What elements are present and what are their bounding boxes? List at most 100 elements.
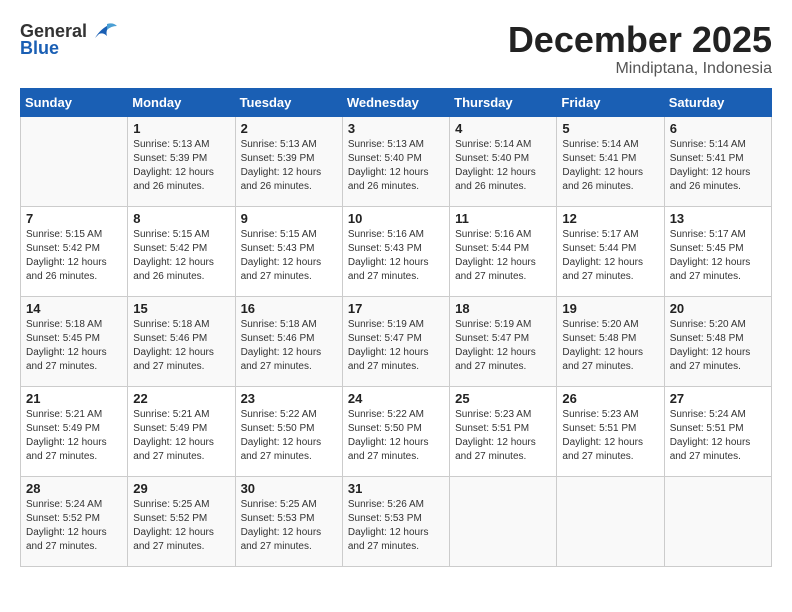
day-number: 27 bbox=[670, 391, 766, 406]
calendar-week-row: 7 Sunrise: 5:15 AM Sunset: 5:42 PM Daylig… bbox=[21, 206, 772, 296]
calendar-day-header: Friday bbox=[557, 88, 664, 116]
calendar-cell: 29 Sunrise: 5:25 AM Sunset: 5:52 PM Dayli… bbox=[128, 476, 235, 566]
day-info: Sunrise: 5:13 AM Sunset: 5:39 PM Dayligh… bbox=[133, 138, 229, 194]
day-info: Sunrise: 5:15 AM Sunset: 5:42 PM Dayligh… bbox=[26, 228, 122, 284]
day-info: Sunrise: 5:23 AM Sunset: 5:51 PM Dayligh… bbox=[562, 408, 658, 464]
calendar-cell: 17 Sunrise: 5:19 AM Sunset: 5:47 PM Dayli… bbox=[342, 296, 449, 386]
day-info: Sunrise: 5:18 AM Sunset: 5:45 PM Dayligh… bbox=[26, 318, 122, 374]
calendar-week-row: 14 Sunrise: 5:18 AM Sunset: 5:45 PM Dayli… bbox=[21, 296, 772, 386]
calendar-header-row: SundayMondayTuesdayWednesdayThursdayFrid… bbox=[21, 88, 772, 116]
day-info: Sunrise: 5:14 AM Sunset: 5:41 PM Dayligh… bbox=[562, 138, 658, 194]
day-info: Sunrise: 5:19 AM Sunset: 5:47 PM Dayligh… bbox=[455, 318, 551, 374]
day-number: 11 bbox=[455, 211, 551, 226]
calendar-cell: 15 Sunrise: 5:18 AM Sunset: 5:46 PM Dayli… bbox=[128, 296, 235, 386]
day-info: Sunrise: 5:25 AM Sunset: 5:52 PM Dayligh… bbox=[133, 498, 229, 554]
day-info: Sunrise: 5:18 AM Sunset: 5:46 PM Dayligh… bbox=[241, 318, 337, 374]
day-number: 2 bbox=[241, 121, 337, 136]
calendar-cell: 22Sunrise: 5:21 AM Sunset: 5:49 PM Dayli… bbox=[128, 386, 235, 476]
day-number: 6 bbox=[670, 121, 766, 136]
day-info: Sunrise: 5:22 AM Sunset: 5:50 PM Dayligh… bbox=[241, 408, 337, 464]
calendar-day-header: Saturday bbox=[664, 88, 771, 116]
calendar-cell: 31 Sunrise: 5:26 AM Sunset: 5:53 PM Dayli… bbox=[342, 476, 449, 566]
calendar-cell: 6 Sunrise: 5:14 AM Sunset: 5:41 PM Daylig… bbox=[664, 116, 771, 206]
calendar-table: SundayMondayTuesdayWednesdayThursdayFrid… bbox=[20, 88, 772, 567]
logo-blue-text: Blue bbox=[20, 38, 59, 59]
day-info: Sunrise: 5:14 AM Sunset: 5:40 PM Dayligh… bbox=[455, 138, 551, 194]
calendar-cell: 7 Sunrise: 5:15 AM Sunset: 5:42 PM Daylig… bbox=[21, 206, 128, 296]
calendar-cell: 11 Sunrise: 5:16 AM Sunset: 5:44 PM Dayli… bbox=[450, 206, 557, 296]
day-number: 14 bbox=[26, 301, 122, 316]
location-subtitle: Mindiptana, Indonesia bbox=[508, 60, 772, 78]
day-number: 17 bbox=[348, 301, 444, 316]
calendar-day-header: Thursday bbox=[450, 88, 557, 116]
calendar-cell: 27 Sunrise: 5:24 AM Sunset: 5:51 PM Dayli… bbox=[664, 386, 771, 476]
day-info: Sunrise: 5:23 AM Sunset: 5:51 PM Dayligh… bbox=[455, 408, 551, 464]
day-number: 31 bbox=[348, 481, 444, 496]
day-number: 5 bbox=[562, 121, 658, 136]
month-title: December 2025 bbox=[508, 20, 772, 60]
day-number: 26 bbox=[562, 391, 658, 406]
day-info: Sunrise: 5:16 AM Sunset: 5:44 PM Dayligh… bbox=[455, 228, 551, 284]
calendar-cell: 9 Sunrise: 5:15 AM Sunset: 5:43 PM Daylig… bbox=[235, 206, 342, 296]
day-info: Sunrise: 5:21 AM Sunset: 5:49 PM Dayligh… bbox=[26, 408, 122, 464]
calendar-cell: 30Sunrise: 5:25 AM Sunset: 5:53 PM Dayli… bbox=[235, 476, 342, 566]
day-number: 22 bbox=[133, 391, 229, 406]
day-info: Sunrise: 5:25 AM Sunset: 5:53 PM Dayligh… bbox=[241, 498, 337, 554]
calendar-cell: 12 Sunrise: 5:17 AM Sunset: 5:44 PM Dayli… bbox=[557, 206, 664, 296]
day-info: Sunrise: 5:15 AM Sunset: 5:42 PM Dayligh… bbox=[133, 228, 229, 284]
calendar-cell: 19Sunrise: 5:20 AM Sunset: 5:48 PM Dayli… bbox=[557, 296, 664, 386]
day-number: 8 bbox=[133, 211, 229, 226]
day-info: Sunrise: 5:16 AM Sunset: 5:43 PM Dayligh… bbox=[348, 228, 444, 284]
day-info: Sunrise: 5:15 AM Sunset: 5:43 PM Dayligh… bbox=[241, 228, 337, 284]
calendar-cell: 25 Sunrise: 5:23 AM Sunset: 5:51 PM Dayli… bbox=[450, 386, 557, 476]
day-info: Sunrise: 5:14 AM Sunset: 5:41 PM Dayligh… bbox=[670, 138, 766, 194]
title-block: December 2025 Mindiptana, Indonesia bbox=[508, 20, 772, 78]
calendar-cell bbox=[664, 476, 771, 566]
calendar-cell: 16 Sunrise: 5:18 AM Sunset: 5:46 PM Dayli… bbox=[235, 296, 342, 386]
day-info: Sunrise: 5:19 AM Sunset: 5:47 PM Dayligh… bbox=[348, 318, 444, 374]
day-number: 10 bbox=[348, 211, 444, 226]
day-info: Sunrise: 5:26 AM Sunset: 5:53 PM Dayligh… bbox=[348, 498, 444, 554]
logo: General Blue bbox=[20, 20, 119, 59]
calendar-week-row: 1Sunrise: 5:13 AM Sunset: 5:39 PM Daylig… bbox=[21, 116, 772, 206]
day-info: Sunrise: 5:22 AM Sunset: 5:50 PM Dayligh… bbox=[348, 408, 444, 464]
day-number: 12 bbox=[562, 211, 658, 226]
day-number: 18 bbox=[455, 301, 551, 316]
calendar-cell: 5 Sunrise: 5:14 AM Sunset: 5:41 PM Daylig… bbox=[557, 116, 664, 206]
day-number: 21 bbox=[26, 391, 122, 406]
calendar-day-header: Monday bbox=[128, 88, 235, 116]
calendar-cell: 21 Sunrise: 5:21 AM Sunset: 5:49 PM Dayli… bbox=[21, 386, 128, 476]
day-info: Sunrise: 5:13 AM Sunset: 5:39 PM Dayligh… bbox=[241, 138, 337, 194]
calendar-day-header: Tuesday bbox=[235, 88, 342, 116]
calendar-cell bbox=[557, 476, 664, 566]
day-number: 16 bbox=[241, 301, 337, 316]
day-number: 15 bbox=[133, 301, 229, 316]
calendar-day-header: Sunday bbox=[21, 88, 128, 116]
day-number: 13 bbox=[670, 211, 766, 226]
day-info: Sunrise: 5:17 AM Sunset: 5:45 PM Dayligh… bbox=[670, 228, 766, 284]
day-number: 9 bbox=[241, 211, 337, 226]
day-info: Sunrise: 5:24 AM Sunset: 5:51 PM Dayligh… bbox=[670, 408, 766, 464]
calendar-cell: 26 Sunrise: 5:23 AM Sunset: 5:51 PM Dayli… bbox=[557, 386, 664, 476]
calendar-cell: 23Sunrise: 5:22 AM Sunset: 5:50 PM Dayli… bbox=[235, 386, 342, 476]
day-number: 24 bbox=[348, 391, 444, 406]
calendar-cell: 18 Sunrise: 5:19 AM Sunset: 5:47 PM Dayli… bbox=[450, 296, 557, 386]
calendar-week-row: 21 Sunrise: 5:21 AM Sunset: 5:49 PM Dayli… bbox=[21, 386, 772, 476]
day-info: Sunrise: 5:17 AM Sunset: 5:44 PM Dayligh… bbox=[562, 228, 658, 284]
day-number: 25 bbox=[455, 391, 551, 406]
day-number: 7 bbox=[26, 211, 122, 226]
day-info: Sunrise: 5:20 AM Sunset: 5:48 PM Dayligh… bbox=[670, 318, 766, 374]
day-number: 20 bbox=[670, 301, 766, 316]
day-info: Sunrise: 5:18 AM Sunset: 5:46 PM Dayligh… bbox=[133, 318, 229, 374]
day-number: 19 bbox=[562, 301, 658, 316]
day-number: 3 bbox=[348, 121, 444, 136]
calendar-week-row: 28Sunrise: 5:24 AM Sunset: 5:52 PM Dayli… bbox=[21, 476, 772, 566]
calendar-cell: 13 Sunrise: 5:17 AM Sunset: 5:45 PM Dayli… bbox=[664, 206, 771, 296]
calendar-cell: 24 Sunrise: 5:22 AM Sunset: 5:50 PM Dayli… bbox=[342, 386, 449, 476]
calendar-cell bbox=[21, 116, 128, 206]
calendar-cell: 4Sunrise: 5:14 AM Sunset: 5:40 PM Daylig… bbox=[450, 116, 557, 206]
calendar-cell: 14 Sunrise: 5:18 AM Sunset: 5:45 PM Dayli… bbox=[21, 296, 128, 386]
calendar-cell: 28Sunrise: 5:24 AM Sunset: 5:52 PM Dayli… bbox=[21, 476, 128, 566]
day-number: 29 bbox=[133, 481, 229, 496]
day-info: Sunrise: 5:13 AM Sunset: 5:40 PM Dayligh… bbox=[348, 138, 444, 194]
